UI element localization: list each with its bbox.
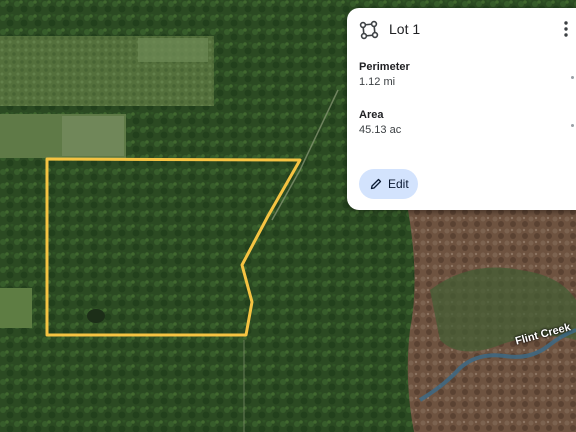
more-vert-icon[interactable] — [562, 20, 570, 38]
scroll-indicator — [571, 124, 574, 127]
edit-button-label: Edit — [388, 177, 409, 191]
edit-button[interactable]: Edit — [359, 169, 418, 199]
pond — [87, 309, 105, 323]
field-lower-rows — [62, 116, 124, 156]
perimeter-label: Perimeter — [359, 61, 410, 73]
field-small — [0, 288, 32, 328]
panel-header: Lot 1 — [347, 8, 576, 50]
lot-title: Lot 1 — [389, 21, 421, 37]
field-patch — [138, 38, 208, 62]
polygon-icon — [359, 20, 379, 40]
area-label: Area — [359, 109, 384, 121]
area-value: 45.13 ac — [359, 124, 402, 136]
lot-info-panel: Lot 1 Perimeter 1.12 mi Area 45.13 ac Ed… — [347, 8, 576, 210]
scroll-indicator — [571, 76, 574, 79]
pencil-icon — [370, 178, 382, 190]
perimeter-value: 1.12 mi — [359, 76, 396, 88]
